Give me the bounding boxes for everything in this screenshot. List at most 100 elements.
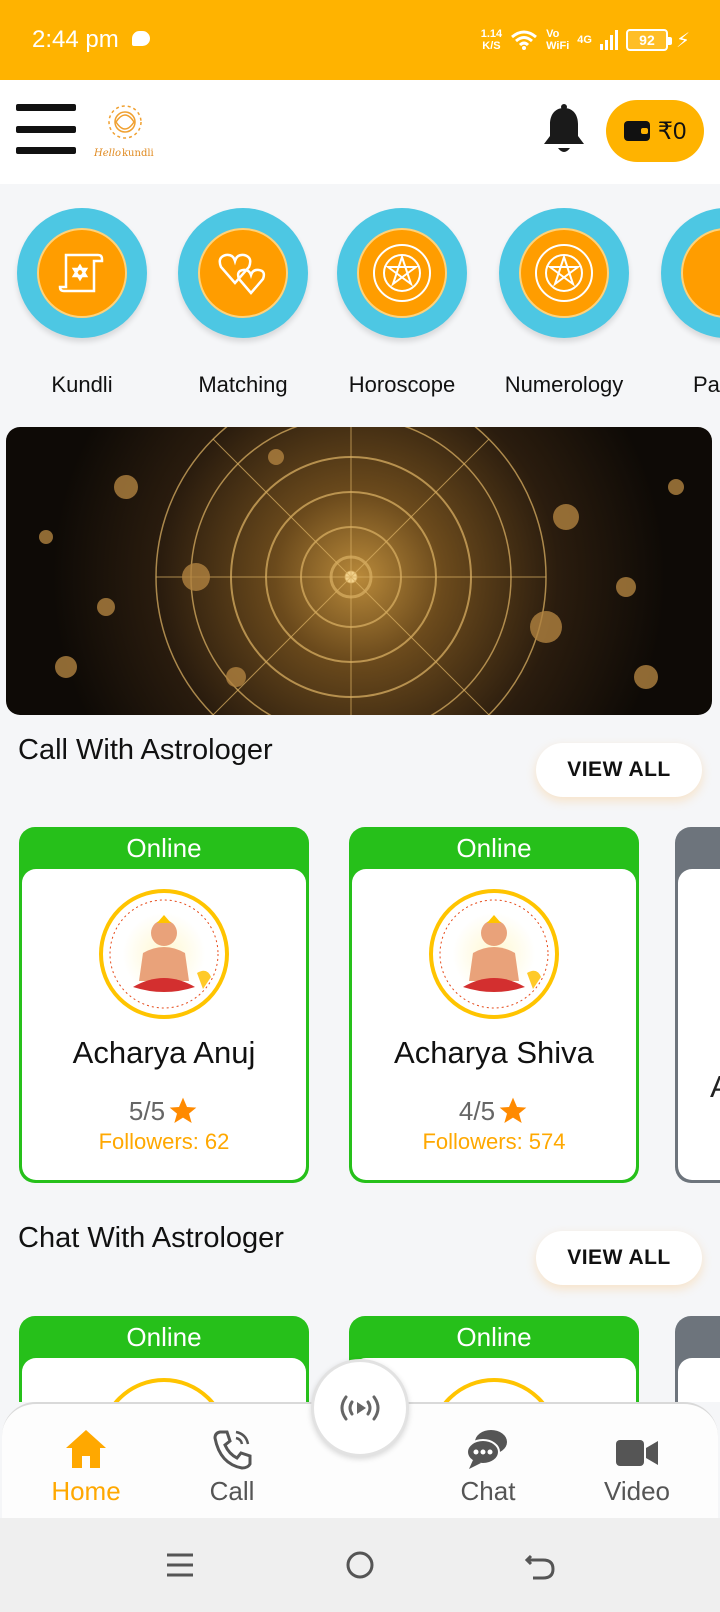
broadcast-icon <box>340 1395 380 1421</box>
star-icon <box>169 1097 197 1123</box>
vowifi-indicator: Vo WiFi <box>546 28 569 52</box>
hello-kundli-logo: Hello kundli <box>93 105 154 159</box>
astrologer-card-body: Acharya Shiva 4/5 Followers: 574 <box>352 869 636 1180</box>
wallet-icon <box>623 121 650 141</box>
avatar <box>99 889 229 1019</box>
category-kundli-inner <box>37 228 127 318</box>
svg-text:Hello: Hello <box>93 148 121 159</box>
status-time: 2:44 pm <box>32 26 119 53</box>
category-label: Horoscope <box>348 372 456 397</box>
category-label: Matching <box>198 372 288 397</box>
network-speed-unit: K/S <box>482 40 501 52</box>
category-row: Kundli Matching Horoscope Numerology Pa <box>0 208 720 398</box>
category-matching[interactable]: Matching <box>160 208 326 398</box>
astrologer-rating: 5/5 <box>22 1095 306 1127</box>
astrologer-card[interactable]: Online Acharya Shiva 4/5 Followers: 574 <box>349 827 639 1183</box>
nav-chat-label: Chat <box>460 1476 516 1506</box>
astrologer-followers: Followers: 62 <box>98 1129 230 1154</box>
astrologer-card[interactable]: Online Acharya Anuj 5/5 Followers: 62 <box>19 827 309 1183</box>
promo-banner[interactable] <box>6 427 712 715</box>
astrologer-card-body: A <box>678 869 720 1180</box>
nav-home[interactable]: Home <box>26 1426 146 1507</box>
astrologer-card-body <box>678 1358 720 1402</box>
astrologer-name: Acharya Shiva <box>394 1035 594 1070</box>
online-status: Online <box>456 833 532 863</box>
category-matching-circle <box>178 208 308 338</box>
online-status: Online <box>456 1322 532 1352</box>
message-notification-icon <box>132 31 150 46</box>
recent-apps-icon[interactable] <box>163 1548 197 1582</box>
nav-call-icon-wrap <box>172 1426 292 1470</box>
back-icon[interactable] <box>523 1548 557 1582</box>
bell-icon[interactable] <box>540 104 588 156</box>
network-speed: 1.14 K/S <box>481 28 502 52</box>
category-kundli-circle <box>17 208 147 338</box>
menu-icon[interactable] <box>16 104 76 154</box>
astrologer-card-partial[interactable] <box>675 1316 720 1402</box>
category-label: Kundli <box>51 372 113 397</box>
astrologer-name: Acharya Anuj <box>72 1035 256 1070</box>
peek-status <box>675 827 720 867</box>
astrologer-card-body: Acharya Anuj 5/5 Followers: 62 <box>22 869 306 1180</box>
live-broadcast-button[interactable] <box>311 1359 409 1457</box>
online-status: Online <box>126 833 202 863</box>
category-horoscope-circle <box>337 208 467 338</box>
battery-icon: 92 <box>625 29 672 51</box>
chat-section-title: Chat With Astrologer <box>18 1222 284 1254</box>
call-view-all-button[interactable]: VIEW ALL <box>536 743 702 797</box>
category-partial[interactable]: Pa <box>643 208 720 398</box>
category-numerology[interactable]: Numerology <box>481 208 647 398</box>
avatar <box>429 1378 559 1402</box>
nav-home-icon-wrap <box>26 1426 146 1470</box>
vo-label: Vo <box>546 28 560 40</box>
home-icon <box>66 1430 106 1468</box>
avatar <box>99 1378 229 1402</box>
status-icons: 1.14 K/S Vo WiFi 4G 92 ⚡ <box>481 24 690 56</box>
battery-level: 92 <box>639 32 655 48</box>
chat-view-all-button[interactable]: VIEW ALL <box>536 1231 702 1285</box>
phone-icon <box>213 1430 252 1470</box>
scroll-icon <box>58 253 104 293</box>
video-camera-icon <box>616 1440 658 1466</box>
category-partial-circle <box>661 208 720 338</box>
astrologer-name-partial: A <box>710 1069 720 1104</box>
charging-icon: ⚡ <box>675 29 690 52</box>
network-type: 4G <box>577 34 592 46</box>
nav-home-label: Home <box>51 1476 121 1506</box>
call-section-title: Call With Astrologer <box>18 734 273 766</box>
nav-call-label: Call <box>209 1476 255 1506</box>
astrologer-followers: Followers: 574 <box>422 1129 566 1154</box>
nav-call[interactable]: Call <box>172 1426 292 1507</box>
star-icon <box>499 1097 527 1123</box>
signal-icon <box>599 30 618 50</box>
nav-video[interactable]: Video <box>577 1426 697 1507</box>
astrologer-card[interactable]: Online <box>19 1316 309 1402</box>
category-kundli[interactable]: Kundli <box>0 208 165 398</box>
nav-video-label: Video <box>603 1476 671 1506</box>
category-horoscope[interactable]: Horoscope <box>319 208 485 398</box>
astrologer-card-partial[interactable]: A <box>675 827 720 1183</box>
peek-status <box>675 1316 720 1356</box>
rating-value: 4/5 <box>458 1095 496 1126</box>
deity-avatar-image <box>439 899 549 1009</box>
wifi-icon <box>511 30 538 50</box>
system-navigation-bar <box>0 1518 720 1612</box>
home-system-icon[interactable] <box>343 1548 377 1582</box>
deity-avatar-image <box>109 899 219 1009</box>
zodiac-wheel-icon <box>535 244 593 302</box>
hearts-icon <box>218 253 266 295</box>
app-header: Hello kundli ₹0 <box>0 80 720 184</box>
call-astrologer-list: Online Acharya Anuj 5/5 Followers: 62 On… <box>0 827 720 1187</box>
wifi-label: WiFi <box>546 40 570 52</box>
category-numerology-inner <box>519 228 609 318</box>
wallet-button[interactable]: ₹0 <box>606 100 704 162</box>
status-bar: 2:44 pm 1.14 K/S Vo WiFi 4G 92 ⚡ <box>0 0 720 80</box>
wallet-balance: ₹0 <box>657 117 687 145</box>
network-speed-value: 1.14 <box>480 28 503 40</box>
category-numerology-circle <box>499 208 629 338</box>
category-label: Numerology <box>504 372 624 397</box>
nav-chat[interactable]: Chat <box>428 1426 548 1507</box>
category-matching-inner <box>198 228 288 318</box>
category-partial-inner <box>681 228 720 318</box>
astrologer-card-body <box>22 1358 306 1402</box>
